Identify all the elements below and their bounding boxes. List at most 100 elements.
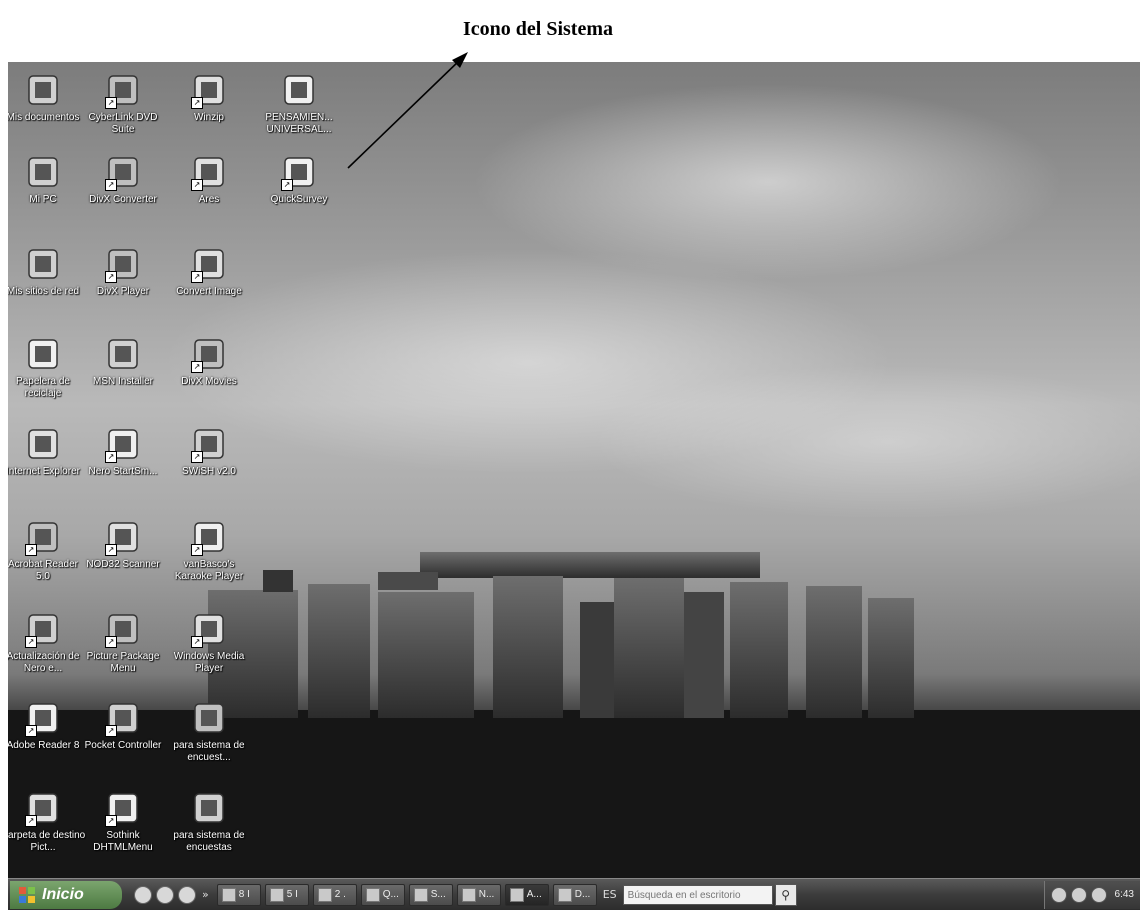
desktop-icon[interactable]: Papelera de reciclaje [8, 334, 86, 400]
ares-icon: ↗ [189, 152, 229, 192]
desktop-icon[interactable]: ↗ CyberLink DVD Suite [80, 70, 166, 136]
shortcut-arrow-icon: ↗ [25, 636, 37, 648]
ie-quicklaunch-icon[interactable] [134, 885, 152, 904]
desktop-quicklaunch-icon[interactable] [178, 885, 196, 904]
language-indicator[interactable]: ES [603, 888, 617, 901]
desktop-icon[interactable]: ↗ DivX Movies [166, 334, 252, 388]
taskbar-button[interactable]: 5 I [264, 883, 309, 906]
shortcut-arrow-icon: ↗ [191, 636, 203, 648]
desktop-icon[interactable]: ↗ DivX Player [80, 244, 166, 298]
shortcut-arrow-icon: ↗ [105, 179, 117, 191]
desktop-icon[interactable]: Internet Explorer [8, 424, 86, 478]
taskbar-button-label: 5 I [286, 889, 298, 900]
desktop-icon-label: vanBasco's Karaoke Player [174, 559, 244, 582]
desktop-icon[interactable]: ↗ Carpeta de destino Pict... [8, 788, 86, 854]
annotation-header: Icono del Sistema [0, 0, 1140, 62]
quicksurvey-task-icon [365, 887, 380, 902]
clock[interactable]: 6:43 [1115, 889, 1134, 900]
folder-documents-icon [23, 70, 63, 110]
nod32-scanner-icon: ↗ [103, 517, 143, 557]
internet-explorer-icon [23, 424, 63, 464]
taskbar-button-label: 2 . [334, 889, 346, 900]
desktop-icon[interactable]: ↗ Ares [166, 152, 252, 206]
shortcut-arrow-icon: ↗ [105, 451, 117, 463]
desktop-icon[interactable]: ↗ Acrobat Reader 5.0 [8, 517, 86, 583]
media-quicklaunch-icon[interactable] [156, 885, 174, 904]
desktop-icon-label: Windows Media Player [173, 651, 245, 674]
taskbar-button[interactable]: 2 . [312, 883, 357, 906]
desktop-icon-label: Mis documentos [8, 112, 80, 123]
shortcut-arrow-icon: ↗ [25, 544, 37, 556]
tray-volume-icon[interactable] [1090, 886, 1107, 903]
winzip-icon: ↗ [189, 70, 229, 110]
desktop-icon[interactable]: ↗ Adobe Reader 8 [8, 698, 86, 752]
shortcut-arrow-icon: ↗ [25, 725, 37, 737]
quick-launch-more-button[interactable]: » [202, 888, 209, 901]
taskbar-button[interactable]: Q... [360, 883, 405, 906]
desktop-icon-label: MSN Installer [92, 376, 153, 387]
desktop-icon[interactable]: para sistema de encuestas [166, 788, 252, 854]
desktop-icon-label: Acrobat Reader 5.0 [8, 559, 79, 582]
desktop-icon[interactable]: para sistema de encuest... [166, 698, 252, 764]
annotation-title: Icono del Sistema [463, 18, 613, 40]
taskbar-button[interactable]: 8 I [216, 883, 261, 906]
desktop-icon[interactable]: ↗ DivX Converter [80, 152, 166, 206]
desktop-icon[interactable]: Mi PC [8, 152, 86, 206]
taskbar-button[interactable]: D... [552, 883, 597, 906]
desktop-search-input[interactable]: Búsqueda en el escritorio [622, 884, 773, 905]
desktop-icon-label: Convert Image [176, 286, 242, 297]
sothink-dhtmlmenu-icon: ↗ [103, 788, 143, 828]
desktop-icon-label: CyberLink DVD Suite [88, 112, 158, 135]
desktop-icon[interactable]: MSN Installer [80, 334, 166, 388]
desktop-icon-label: DivX Player [96, 286, 150, 297]
divx-player-icon: ↗ [103, 244, 143, 284]
shortcut-arrow-icon: ↗ [105, 815, 117, 827]
desktop-icon-label: Actualización de Nero e... [8, 651, 80, 674]
taskbar-button[interactable]: A... [504, 883, 549, 906]
desktop-icon[interactable]: ↗ Convert Image [166, 244, 252, 298]
taskbar-button[interactable]: S... [408, 883, 453, 906]
shortcut-arrow-icon: ↗ [191, 271, 203, 283]
tray-back-icon[interactable] [1050, 886, 1067, 903]
karaoke-player-icon: ↗ [189, 517, 229, 557]
desktop-icon[interactable]: ↗ Pocket Controller [80, 698, 166, 752]
swish-icon: ↗ [189, 424, 229, 464]
desktop-icon[interactable]: PENSAMIEN... UNIVERSAL... [256, 70, 342, 136]
desktop-icon[interactable]: ↗ QuickSurvey [256, 152, 342, 206]
network-places-icon [23, 244, 63, 284]
shortcut-arrow-icon: ↗ [281, 179, 293, 191]
magnifier-icon[interactable]: ⚲ [774, 883, 797, 906]
desktop-icon-label: Picture Package Menu [86, 651, 160, 674]
desktop-icon[interactable]: ↗ Sothink DHTMLMenu [80, 788, 166, 854]
desktop-icon[interactable]: ↗ SWiSH v2.0 [166, 424, 252, 478]
desktop-icon[interactable]: ↗ Winzip [166, 70, 252, 124]
desktop-icon-label: Papelera de reciclaje [16, 376, 70, 399]
desktop-icon[interactable]: ↗ Actualización de Nero e... [8, 609, 86, 675]
media-player-icon: ↗ [189, 609, 229, 649]
tray-network-icon[interactable] [1070, 886, 1087, 903]
start-button[interactable]: Inicio [10, 880, 122, 909]
shortcut-arrow-icon: ↗ [191, 451, 203, 463]
desktop-icon[interactable]: ↗ Picture Package Menu [80, 609, 166, 675]
desktop-icon[interactable]: Mis sitios de red [8, 244, 86, 298]
computer-icon [23, 152, 63, 192]
desktop-icon[interactable]: ↗ vanBasco's Karaoke Player [166, 517, 252, 583]
quick-launch: » [134, 885, 209, 904]
nero-icon: ↗ [103, 424, 143, 464]
recycle-bin-icon [23, 334, 63, 374]
taskbar-button-label: D... [574, 889, 591, 900]
desktop-icon-label: Mi PC [29, 194, 57, 205]
pocket-controller-icon: ↗ [103, 698, 143, 738]
taskbar-button[interactable]: N... [456, 883, 501, 906]
desktop-icon[interactable]: ↗ NOD32 Scanner [80, 517, 166, 571]
nero-task-icon [461, 887, 476, 902]
desktop-icon[interactable]: ↗ Windows Media Player [166, 609, 252, 675]
document-icon [279, 70, 319, 110]
shortcut-arrow-icon: ↗ [191, 544, 203, 556]
desktop-icon[interactable]: Mis documentos [8, 70, 86, 124]
windows-flag-icon [19, 886, 35, 903]
powerpoint-task-icon [317, 887, 332, 902]
desktop[interactable]: Mis documentos ↗ CyberLink DVD Suite ↗ Winzi… [8, 62, 1140, 878]
nero-update-icon: ↗ [23, 609, 63, 649]
desktop-icon[interactable]: ↗ Nero StartSm... [80, 424, 166, 478]
